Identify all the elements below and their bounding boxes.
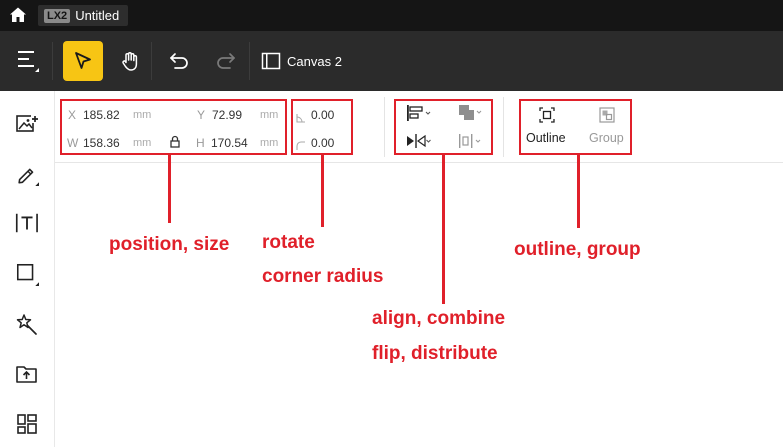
- library-tool[interactable]: [15, 412, 39, 436]
- hand-icon: [122, 52, 138, 71]
- menu-icon: [18, 51, 39, 72]
- app-window: LX2 Untitled Canvas 2 X 185.82 mm Y 72.9…: [0, 0, 783, 447]
- shape-tool[interactable]: [15, 262, 39, 286]
- image-tool[interactable]: [15, 112, 39, 136]
- align-combine-pointer: [442, 155, 445, 304]
- property-separator: [503, 97, 504, 157]
- position-size-highlight: [60, 99, 287, 155]
- home-icon[interactable]: [9, 6, 27, 24]
- title-bar: LX2 Untitled: [0, 0, 783, 31]
- property-separator: [384, 97, 385, 157]
- folder-upload-icon: [16, 366, 37, 383]
- pen-tool[interactable]: [15, 162, 39, 186]
- position-size-annotation: position, size: [109, 234, 230, 255]
- text-tool[interactable]: [15, 211, 39, 235]
- position-size-pointer: [168, 155, 171, 223]
- outline-group-annotation: outline, group: [514, 239, 641, 260]
- pencil-icon: [18, 168, 39, 186]
- corner-radius-annotation: corner radius: [262, 266, 384, 287]
- canvas-panel-button[interactable]: [260, 51, 282, 71]
- outline-group-pointer: [577, 155, 580, 228]
- flip-distribute-annotation: flip, distribute: [372, 343, 498, 364]
- magic-wand-icon: [16, 314, 37, 335]
- panel-icon: [261, 52, 281, 70]
- document-tab[interactable]: LX2 Untitled: [38, 5, 128, 26]
- canvas-name[interactable]: Canvas 2: [287, 54, 342, 69]
- align-combine-highlight: [394, 99, 493, 155]
- align-combine-annotation: align, combine: [372, 308, 506, 329]
- rotate-corner-highlight: [291, 99, 353, 155]
- redo-icon: [217, 53, 235, 69]
- select-tool-button[interactable]: [63, 41, 103, 81]
- rotate-corner-pointer: [321, 155, 324, 227]
- import-tool[interactable]: [15, 362, 39, 386]
- toolbar-separator: [52, 42, 53, 80]
- text-icon: [15, 213, 38, 233]
- rectangle-icon: [16, 263, 39, 286]
- magic-tool[interactable]: [15, 313, 39, 337]
- canvas-area[interactable]: [56, 164, 783, 447]
- add-image-icon: [16, 115, 39, 132]
- undo-icon: [170, 53, 188, 69]
- menu-button[interactable]: [14, 45, 44, 75]
- toolbar-separator: [249, 42, 250, 80]
- grid-icon: [17, 414, 37, 434]
- undo-button[interactable]: [165, 47, 193, 75]
- left-sidebar: [0, 91, 55, 447]
- redo-button[interactable]: [212, 47, 240, 75]
- document-name: Untitled: [75, 8, 120, 23]
- app-badge: LX2: [44, 8, 71, 23]
- rotate-annotation: rotate: [262, 232, 315, 253]
- outline-group-highlight: [519, 99, 632, 155]
- toolbar-separator: [151, 42, 152, 80]
- pan-tool-button[interactable]: [116, 45, 146, 77]
- pointer-icon: [75, 52, 91, 69]
- main-toolbar: Canvas 2: [0, 31, 783, 91]
